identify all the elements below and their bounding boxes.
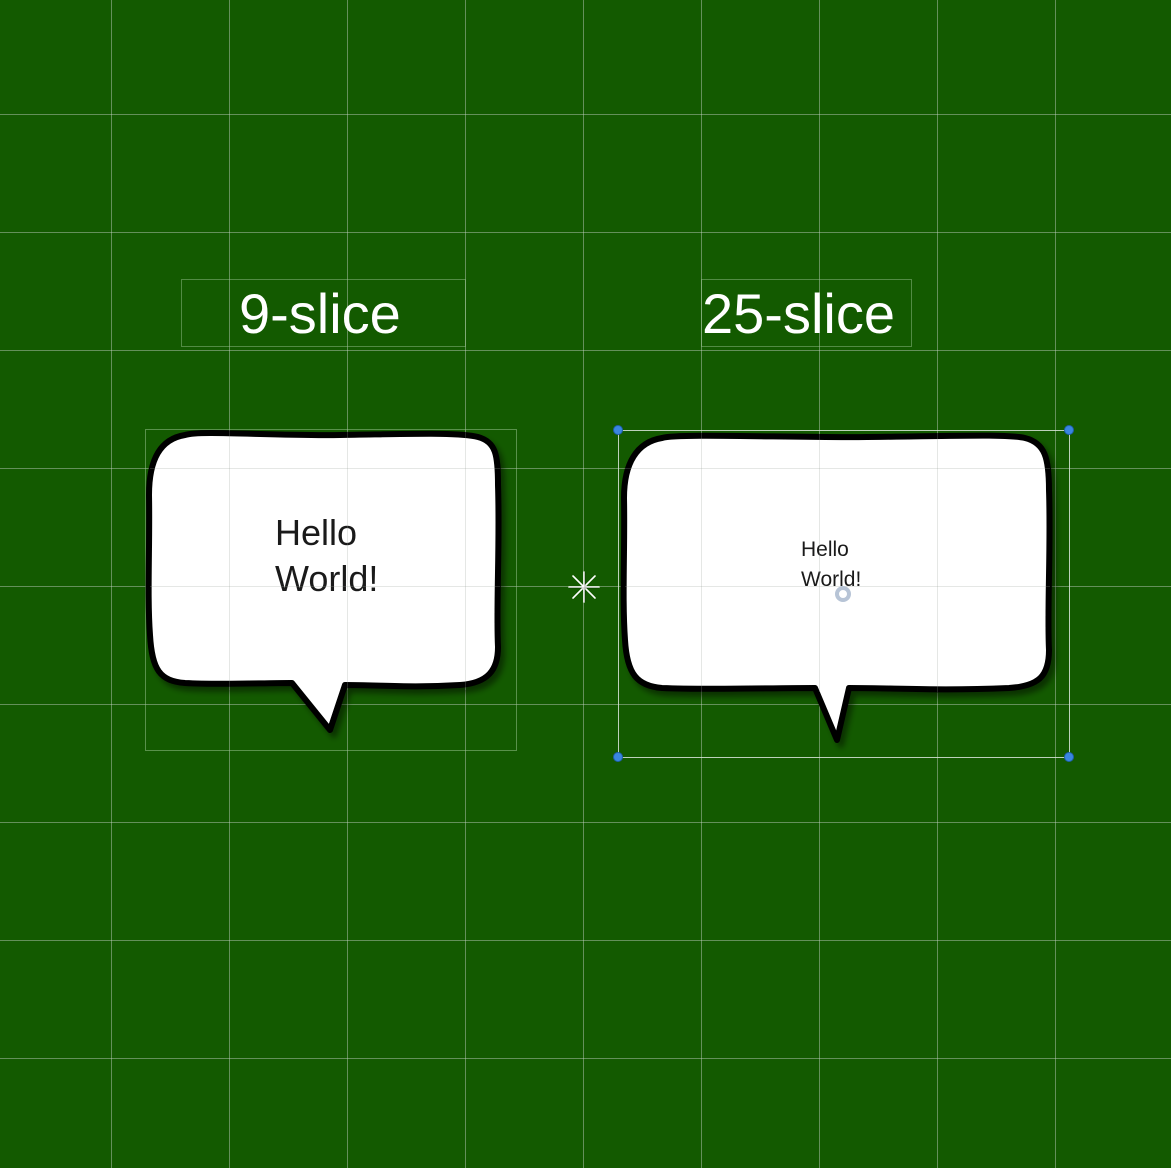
bubble-text-line: World! (275, 558, 379, 599)
asterisk-pivot-icon[interactable] (566, 569, 602, 605)
grid-line-horizontal (0, 1058, 1171, 1059)
twenty-five-slice-title[interactable]: 25-slice (702, 286, 895, 342)
ring-center-icon[interactable] (835, 586, 851, 602)
resize-handle-top-left[interactable] (613, 425, 623, 435)
resize-handle-bottom-right[interactable] (1064, 752, 1074, 762)
scene-canvas[interactable]: 9-slice Hello World! 25-slice Hello Worl… (0, 0, 1171, 1168)
resize-handle-top-right[interactable] (1064, 425, 1074, 435)
nine-slice-title[interactable]: 9-slice (239, 286, 401, 342)
grid-line-horizontal (0, 350, 1171, 351)
grid-line-horizontal (0, 822, 1171, 823)
resize-handle-bottom-left[interactable] (613, 752, 623, 762)
nine-slice-bubble-text: Hello World! (275, 510, 378, 602)
grid-line-horizontal (0, 114, 1171, 115)
bubble-text-line: Hello (275, 512, 358, 553)
grid-line-vertical (111, 0, 112, 1168)
grid-line-horizontal (0, 232, 1171, 233)
grid-line-horizontal (0, 940, 1171, 941)
